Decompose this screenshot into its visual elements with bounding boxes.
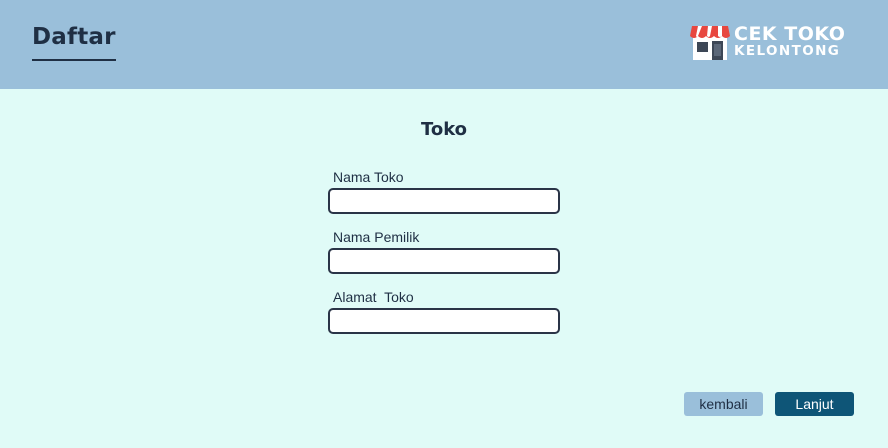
logo-text-line1: CEK TOKO — [734, 23, 846, 45]
title-underline — [32, 59, 116, 61]
store-name-input[interactable] — [328, 188, 560, 214]
form-title: Toko — [420, 119, 468, 140]
store-address-input[interactable] — [328, 308, 560, 334]
header-bar: Daftar CEK TOKO KELONTONG — [0, 0, 888, 89]
store-name-label: Nama Toko — [333, 169, 404, 185]
next-button[interactable]: Lanjut — [775, 392, 854, 416]
store-address-label: Alamat Toko — [333, 289, 414, 305]
store-icon — [690, 26, 730, 60]
owner-name-label: Nama Pemilik — [333, 229, 420, 245]
page-title: Daftar — [32, 24, 116, 50]
logo-text-line2: KELONTONG — [734, 43, 841, 59]
owner-name-input[interactable] — [328, 248, 560, 274]
app-logo: CEK TOKO KELONTONG — [690, 22, 860, 62]
back-button[interactable]: kembali — [684, 392, 763, 416]
